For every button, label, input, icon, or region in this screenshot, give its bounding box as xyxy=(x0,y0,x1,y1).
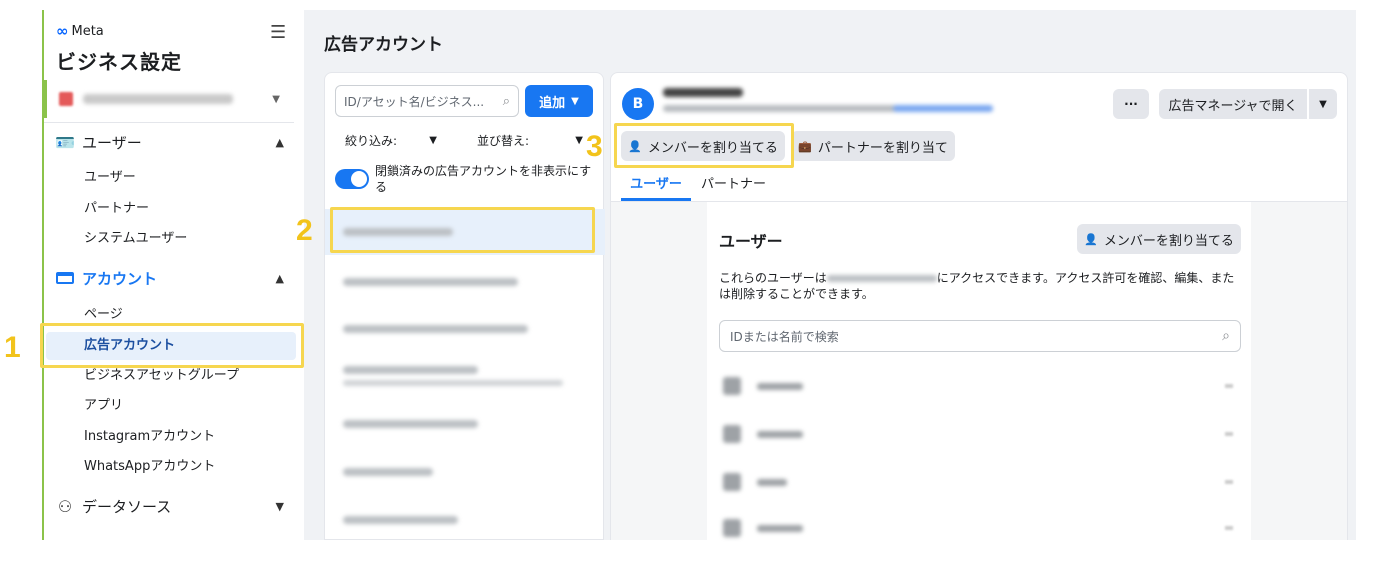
sidebar-item-partners[interactable]: パートナー xyxy=(84,198,149,220)
users-description: これらのユーザーは にアクセスできます。アクセス許可を確認、編集、または削除するこ… xyxy=(719,270,1239,302)
sidebar: ∞ Meta ビジネス設定 ☰ ▼ 🪪 ユーザー ▲ ユーザー パートナー シス… xyxy=(44,10,304,540)
open-in-ads-manager-button[interactable]: 広告マネージャで開く xyxy=(1159,89,1307,119)
annotation-number-1: 1 xyxy=(4,331,21,364)
user-row[interactable] xyxy=(719,414,1241,454)
section-datasources-label: データソース xyxy=(82,497,172,516)
asset-search-placeholder: ID/アセット名/ビジネス... xyxy=(344,94,485,109)
briefcase-icon: 💼 xyxy=(798,139,812,153)
filter-dropdown[interactable]: 絞り込み: ▼ xyxy=(335,125,447,155)
meta-logo-text: Meta xyxy=(71,23,104,39)
screen: ∞ Meta ビジネス設定 ☰ ▼ 🪪 ユーザー ▲ ユーザー パートナー シス… xyxy=(0,0,1375,563)
users-card: ユーザー 👤 メンバーを割り当てる これらのユーザーは にアクセスできます。アクセ… xyxy=(707,202,1251,540)
hamburger-icon[interactable]: ☰ xyxy=(270,22,286,43)
list-item[interactable] xyxy=(325,497,605,543)
annotation-number-2: 2 xyxy=(296,214,313,247)
hide-closed-label: 閉鎖済みの広告アカウントを非表示にする xyxy=(375,164,592,194)
search-icon: ⌕ xyxy=(1222,328,1230,344)
folder-icon xyxy=(54,269,76,288)
filter-label: 絞り込み: xyxy=(345,133,398,148)
business-selector[interactable]: ▼ xyxy=(44,80,294,118)
assign-partner-button[interactable]: 💼 パートナーを割り当て xyxy=(791,131,955,161)
sidebar-item-business-asset-groups[interactable]: ビジネスアセットグループ xyxy=(84,365,239,387)
highlight-ad-accounts xyxy=(40,323,304,368)
add-button-label: 追加 xyxy=(539,95,566,111)
section-accounts[interactable]: アカウント ▲ xyxy=(54,264,284,292)
sort-label: 並び替え: xyxy=(477,133,530,148)
datasource-icon: ⚇ xyxy=(57,496,73,516)
meta-infinity-icon: ∞ xyxy=(56,22,69,40)
person-add-icon: 👤 xyxy=(1084,232,1098,246)
business-avatar xyxy=(59,92,73,106)
search-icon: ⌕ xyxy=(502,93,510,109)
sort-dropdown[interactable]: 並び替え: ▼ xyxy=(467,125,593,155)
caret-down-icon: ▼ xyxy=(575,134,583,146)
list-item[interactable] xyxy=(325,401,605,447)
account-name-redacted xyxy=(826,275,937,282)
highlight-assign-member xyxy=(614,123,794,168)
users-assign-member-button[interactable]: 👤 メンバーを割り当てる xyxy=(1077,224,1241,254)
sidebar-item-instagram-accounts[interactable]: Instagramアカウント xyxy=(84,426,215,448)
tab-users[interactable]: ユーザー xyxy=(621,173,691,201)
user-row[interactable] xyxy=(719,462,1241,502)
more-options-button[interactable]: ··· xyxy=(1113,89,1149,119)
section-accounts-label: アカウント xyxy=(82,269,158,288)
panel-body: ユーザー 👤 メンバーを割り当てる これらのユーザーは にアクセスできます。アクセ… xyxy=(611,202,1347,540)
add-button[interactable]: 追加 ▼ xyxy=(525,85,593,117)
page-title: 広告アカウント xyxy=(324,35,443,55)
highlight-selected-account xyxy=(330,207,595,253)
list-item[interactable] xyxy=(325,259,605,305)
account-meta-redacted xyxy=(663,105,993,112)
hide-closed-toggle[interactable] xyxy=(335,169,369,189)
section-users-label: ユーザー xyxy=(82,133,142,152)
user-badge-icon: 🪪 xyxy=(55,132,75,152)
list-item[interactable] xyxy=(325,306,605,352)
user-row[interactable] xyxy=(719,508,1241,548)
caret-down-icon: ▼ xyxy=(1319,98,1327,110)
user-search-input[interactable]: IDまたは名前で検索 ⌕ xyxy=(719,320,1241,352)
user-row[interactable] xyxy=(719,366,1241,406)
user-search-placeholder: IDまたは名前で検索 xyxy=(730,329,839,344)
business-settings-title: ビジネス設定 xyxy=(56,50,182,74)
section-datasources[interactable]: ⚇ データソース ▼ xyxy=(54,492,284,520)
chevron-down-icon: ▼ xyxy=(275,499,284,513)
tab-partners[interactable]: パートナー xyxy=(701,173,766,201)
sidebar-item-users[interactable]: ユーザー xyxy=(84,167,136,189)
divider xyxy=(44,122,294,123)
users-desc-prefix: これらのユーザーは xyxy=(719,271,827,285)
caret-down-icon: ▼ xyxy=(571,95,579,107)
sidebar-item-apps[interactable]: アプリ xyxy=(84,395,123,417)
ad-account-icon: B xyxy=(622,88,654,120)
users-assign-label: メンバーを割り当てる xyxy=(1103,233,1234,249)
meta-logo: ∞ Meta xyxy=(56,22,104,40)
chevron-up-icon: ▲ xyxy=(275,135,284,149)
asset-search-input[interactable]: ID/アセット名/ビジネス... ⌕ xyxy=(335,85,519,117)
sidebar-item-whatsapp-accounts[interactable]: WhatsAppアカウント xyxy=(84,456,215,478)
caret-down-icon: ▼ xyxy=(429,134,437,146)
sidebar-item-system-users[interactable]: システムユーザー xyxy=(84,228,187,250)
caret-down-icon: ▼ xyxy=(272,93,280,105)
chevron-up-icon: ▲ xyxy=(275,271,284,285)
open-dropdown-button[interactable]: ▼ xyxy=(1309,89,1337,119)
list-item[interactable] xyxy=(325,353,605,399)
annotation-number-3: 3 xyxy=(586,130,603,163)
ad-account-list: ID/アセット名/ビジネス... ⌕ 追加 ▼ 絞り込み: ▼ 並び替え: ▼ … xyxy=(324,72,605,543)
business-name-redacted xyxy=(83,94,233,104)
account-name-redacted xyxy=(663,88,743,97)
assign-partner-label: パートナーを割り当て xyxy=(817,140,948,156)
avatar-letter: B xyxy=(632,96,644,112)
users-section-title: ユーザー xyxy=(719,232,783,251)
section-users[interactable]: 🪪 ユーザー ▲ xyxy=(54,128,284,156)
list-item[interactable] xyxy=(325,449,605,495)
